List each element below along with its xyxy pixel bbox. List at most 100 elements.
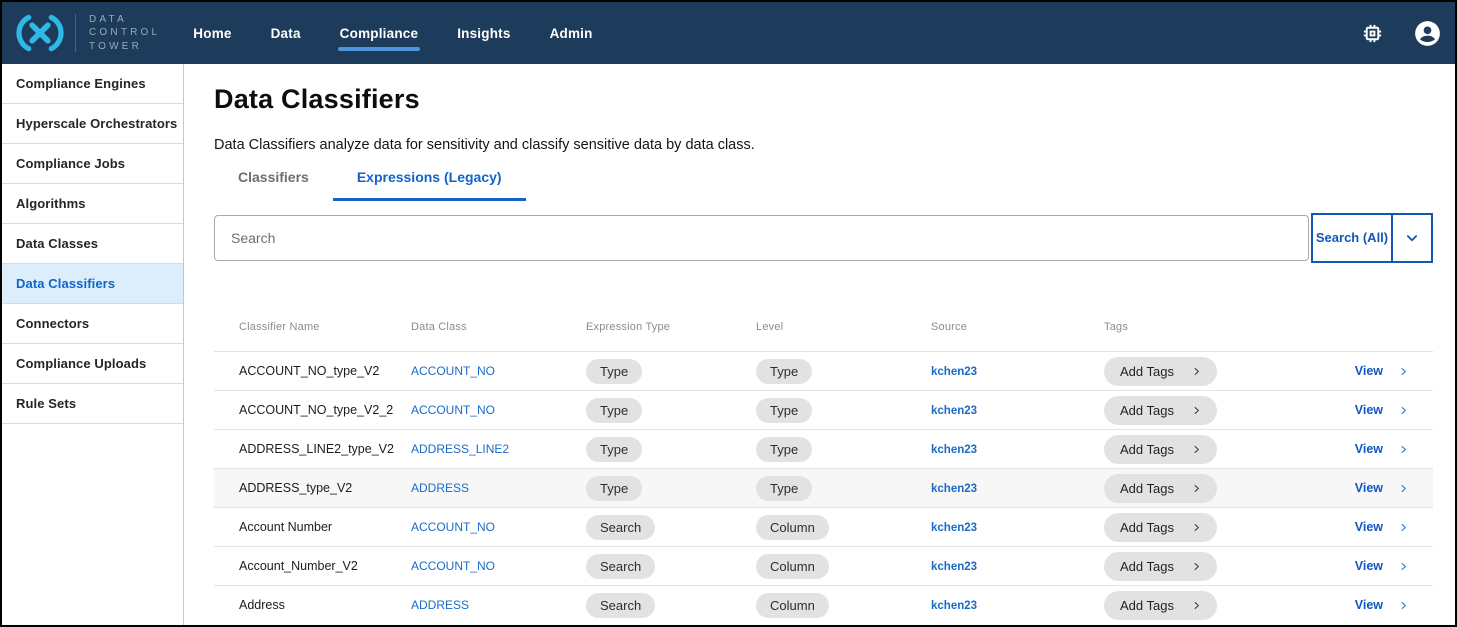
add-tags-label: Add Tags <box>1120 520 1174 535</box>
nav-item-admin[interactable]: Admin <box>550 26 593 41</box>
chevron-right-icon <box>1398 561 1409 572</box>
cpu-chip-icon <box>1361 22 1384 45</box>
level-badge: Column <box>756 554 829 579</box>
view-button[interactable]: View <box>1331 598 1433 612</box>
add-tags-button[interactable]: Add Tags <box>1104 435 1217 464</box>
classifier-name: ACCOUNT_NO_type_V2 <box>214 364 411 378</box>
view-button[interactable]: View <box>1331 364 1433 378</box>
classifier-name: ACCOUNT_NO_type_V2_2 <box>214 403 411 417</box>
chevron-right-icon <box>1398 405 1409 416</box>
search-button-group: Search (All) <box>1311 213 1433 263</box>
column-header-data-class: Data Class <box>411 321 586 333</box>
search-all-button[interactable]: Search (All) <box>1313 215 1393 261</box>
source-link[interactable]: kchen23 <box>931 522 977 534</box>
search-options-dropdown-button[interactable] <box>1393 215 1431 261</box>
tab-expressions-legacy[interactable]: Expressions (Legacy) <box>333 169 526 201</box>
compliance-sidebar: Compliance Engines Hyperscale Orchestrat… <box>2 64 184 625</box>
table-row-account-number-v2: Account_Number_V2 ACCOUNT_NO Search Colu… <box>214 546 1433 585</box>
sidebar-item-compliance-jobs[interactable]: Compliance Jobs <box>2 144 183 184</box>
level-badge: Type <box>756 359 812 384</box>
chevron-right-icon <box>1191 483 1202 494</box>
view-button[interactable]: View <box>1331 559 1433 573</box>
source-link[interactable]: kchen23 <box>931 561 977 573</box>
view-label: View <box>1355 598 1383 612</box>
logo-wordmark: DATA CONTROL TOWER <box>89 13 160 53</box>
add-tags-button[interactable]: Add Tags <box>1104 552 1217 581</box>
column-header-expression-type: Expression Type <box>586 321 756 333</box>
main-content: Data Classifiers Data Classifiers analyz… <box>184 64 1455 625</box>
view-button[interactable]: View <box>1331 442 1433 456</box>
expression-type-badge: Type <box>586 359 642 384</box>
view-button[interactable]: View <box>1331 520 1433 534</box>
add-tags-button[interactable]: Add Tags <box>1104 591 1217 620</box>
primary-nav: Home Data Compliance Insights Admin <box>193 26 592 41</box>
data-class-link[interactable]: ADDRESS <box>411 598 469 612</box>
page-subtitle: Data Classifiers analyze data for sensit… <box>214 137 1433 153</box>
view-button[interactable]: View <box>1331 403 1433 417</box>
view-label: View <box>1355 364 1383 378</box>
chevron-right-icon <box>1398 444 1409 455</box>
account-circle-icon <box>1414 20 1441 47</box>
column-header-classifier-name: Classifier Name <box>214 321 411 333</box>
level-badge: Column <box>756 515 829 540</box>
source-link[interactable]: kchen23 <box>931 366 977 378</box>
level-badge: Type <box>756 398 812 423</box>
add-tags-button[interactable]: Add Tags <box>1104 513 1217 542</box>
sidebar-item-data-classes[interactable]: Data Classes <box>2 224 183 264</box>
source-link[interactable]: kchen23 <box>931 444 977 456</box>
classifiers-table: Classifier Name Data Class Expression Ty… <box>214 321 1433 624</box>
add-tags-label: Add Tags <box>1120 598 1174 613</box>
view-label: View <box>1355 520 1383 534</box>
search-input[interactable] <box>214 215 1309 261</box>
chevron-down-icon <box>1403 229 1421 247</box>
sidebar-item-hyperscale-orchestrators[interactable]: Hyperscale Orchestrators <box>2 104 183 144</box>
source-link[interactable]: kchen23 <box>931 405 977 417</box>
logo-divider <box>75 14 76 52</box>
nav-item-compliance[interactable]: Compliance <box>340 26 419 41</box>
classifier-name: Account_Number_V2 <box>214 559 411 573</box>
data-class-link[interactable]: ACCOUNT_NO <box>411 520 495 534</box>
sidebar-item-rule-sets[interactable]: Rule Sets <box>2 384 183 424</box>
page-title: Data Classifiers <box>214 86 1433 113</box>
source-link[interactable]: kchen23 <box>931 600 977 612</box>
sidebar-item-data-classifiers[interactable]: Data Classifiers <box>2 264 183 304</box>
classifier-name: Account Number <box>214 520 411 534</box>
chevron-right-icon <box>1191 561 1202 572</box>
add-tags-button[interactable]: Add Tags <box>1104 357 1217 386</box>
table-row-account-number: Account Number ACCOUNT_NO Search Column … <box>214 507 1433 546</box>
data-class-link[interactable]: ADDRESS_LINE2 <box>411 442 509 456</box>
sidebar-item-compliance-uploads[interactable]: Compliance Uploads <box>2 344 183 384</box>
nav-item-insights[interactable]: Insights <box>457 26 510 41</box>
expression-type-badge: Type <box>586 437 642 462</box>
expression-type-badge: Type <box>586 476 642 501</box>
data-control-tower-logo[interactable]: DATA CONTROL TOWER <box>14 12 160 54</box>
chevron-right-icon <box>1191 444 1202 455</box>
expression-type-badge: Search <box>586 554 655 579</box>
classifier-name: ADDRESS_LINE2_type_V2 <box>214 442 411 456</box>
nav-item-home[interactable]: Home <box>193 26 231 41</box>
data-class-link[interactable]: ACCOUNT_NO <box>411 403 495 417</box>
add-tags-button[interactable]: Add Tags <box>1104 474 1217 503</box>
data-class-link[interactable]: ADDRESS <box>411 481 469 495</box>
view-button[interactable]: View <box>1331 481 1433 495</box>
chevron-right-icon <box>1398 522 1409 533</box>
sidebar-item-algorithms[interactable]: Algorithms <box>2 184 183 224</box>
tab-classifiers[interactable]: Classifiers <box>214 169 333 201</box>
nav-item-data[interactable]: Data <box>271 26 301 41</box>
add-tags-label: Add Tags <box>1120 442 1174 457</box>
sidebar-item-connectors[interactable]: Connectors <box>2 304 183 344</box>
chevron-right-icon <box>1191 405 1202 416</box>
sidebar-item-compliance-engines[interactable]: Compliance Engines <box>2 64 183 104</box>
add-tags-button[interactable]: Add Tags <box>1104 396 1217 425</box>
view-label: View <box>1355 403 1383 417</box>
column-header-level: Level <box>756 321 931 333</box>
top-navbar: DATA CONTROL TOWER Home Data Compliance … <box>2 2 1455 64</box>
add-tags-label: Add Tags <box>1120 403 1174 418</box>
add-tags-label: Add Tags <box>1120 559 1174 574</box>
account-button[interactable] <box>1414 20 1441 47</box>
system-settings-button[interactable] <box>1361 22 1384 45</box>
data-class-link[interactable]: ACCOUNT_NO <box>411 364 495 378</box>
search-bar: Search (All) <box>214 213 1433 263</box>
source-link[interactable]: kchen23 <box>931 483 977 495</box>
data-class-link[interactable]: ACCOUNT_NO <box>411 559 495 573</box>
